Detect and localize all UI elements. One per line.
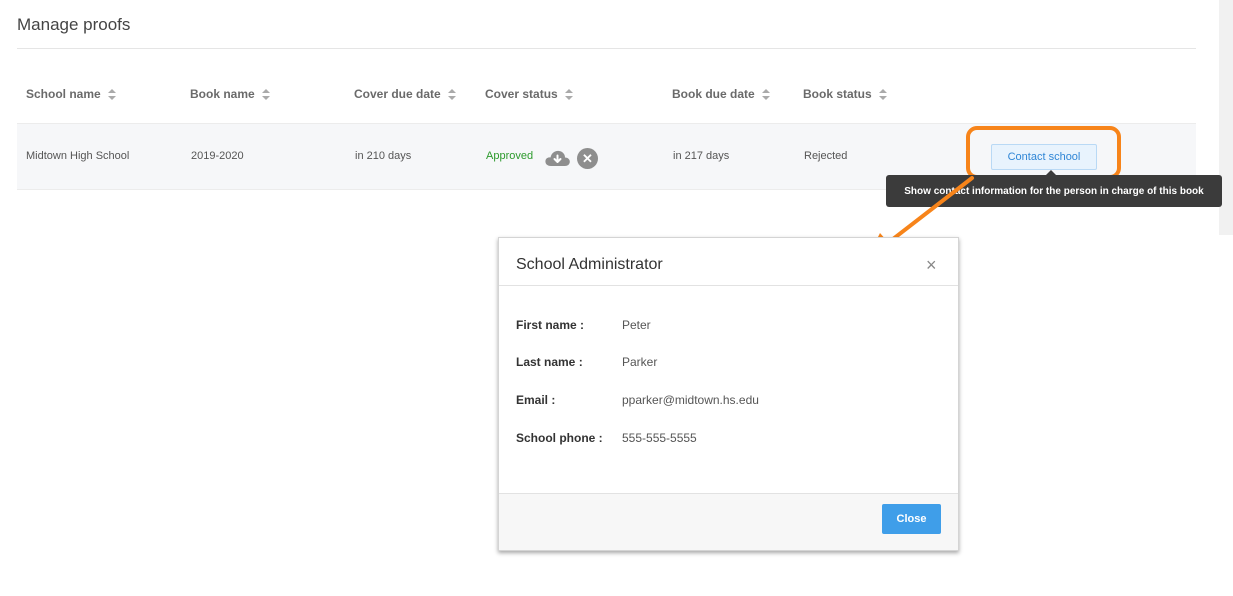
email-label: Email : (516, 393, 556, 407)
modal-header: School Administrator × (499, 238, 958, 286)
last-name-label: Last name : (516, 355, 583, 369)
column-label: Cover due date (354, 87, 441, 101)
table-header: School name Book name Cover due date Cov… (17, 78, 1196, 112)
last-name-value: Parker (622, 355, 658, 369)
highlight-annotation (966, 126, 1121, 179)
page-title: Manage proofs (17, 15, 131, 34)
tooltip: Show contact information for the person … (886, 170, 1222, 207)
sort-icon[interactable] (878, 88, 888, 101)
first-name-value: Peter (622, 318, 651, 332)
sort-icon[interactable] (447, 88, 457, 101)
column-header-school-name[interactable]: School name (26, 87, 117, 101)
cell-cover-due-date: in 210 days (355, 150, 412, 162)
email-value: pparker@midtown.hs.edu (622, 393, 759, 407)
school-phone-label: School phone : (516, 431, 603, 445)
column-label: Book name (190, 87, 255, 101)
column-header-book-name[interactable]: Book name (190, 87, 271, 101)
tooltip-text: Show contact information for the person … (904, 185, 1204, 197)
sort-icon[interactable] (564, 88, 574, 101)
column-label: Book status (803, 87, 872, 101)
cell-book-status: Rejected (804, 150, 848, 162)
column-label: Cover status (485, 87, 558, 101)
cell-cover-status: Approved (486, 150, 534, 162)
sort-icon[interactable] (107, 88, 117, 101)
cloud-download-icon[interactable] (544, 149, 571, 167)
column-header-book-status[interactable]: Book status (803, 87, 888, 101)
sort-icon[interactable] (761, 88, 771, 101)
modal-title: School Administrator (516, 256, 663, 273)
sort-icon[interactable] (261, 88, 271, 101)
school-phone-value: 555-555-5555 (622, 431, 697, 445)
cell-book-name: 2019-2020 (191, 150, 244, 162)
close-button[interactable]: Close (882, 504, 941, 534)
contact-modal: School Administrator × First name : Pete… (498, 237, 959, 551)
cell-book-due-date: in 217 days (673, 150, 730, 162)
column-header-cover-due-date[interactable]: Cover due date (354, 87, 457, 101)
column-label: Book due date (672, 87, 755, 101)
title-divider (17, 48, 1196, 49)
close-icon[interactable]: × (926, 256, 937, 274)
modal-footer: Close (499, 493, 958, 550)
reject-icon[interactable]: ✕ (577, 148, 598, 169)
column-header-cover-status[interactable]: Cover status (485, 87, 574, 101)
column-header-book-due-date[interactable]: Book due date (672, 87, 771, 101)
column-label: School name (26, 87, 101, 101)
first-name-label: First name : (516, 318, 585, 332)
manage-proofs-page: Manage proofs School name Book name Cove… (0, 0, 1233, 596)
cell-school-name: Midtown High School (26, 150, 130, 162)
